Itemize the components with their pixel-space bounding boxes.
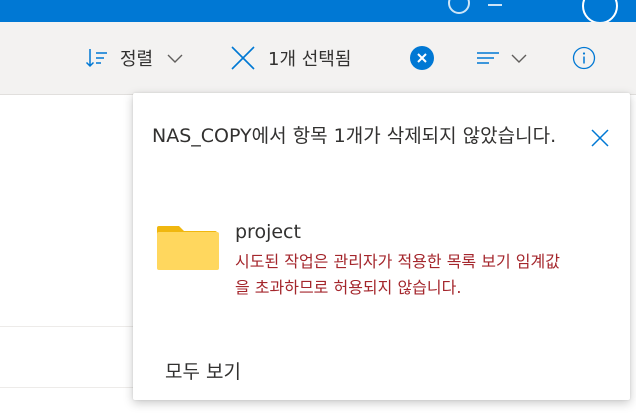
close-icon	[231, 46, 255, 70]
chevron-down-icon	[167, 54, 183, 63]
sort-button[interactable]: 정렬	[84, 22, 185, 94]
view-list-icon	[477, 52, 499, 64]
notification-title: NAS_COPY에서 항목 1개가 삭제되지 않았습니다.	[152, 125, 557, 147]
info-icon	[572, 46, 596, 70]
help-icon[interactable]	[448, 0, 470, 14]
close-icon	[591, 129, 609, 147]
settings-icon[interactable]	[488, 4, 502, 6]
close-circle-icon	[410, 46, 434, 70]
user-avatar[interactable]	[582, 0, 618, 22]
see-all-link[interactable]: 모두 보기	[165, 357, 241, 384]
clear-selection-button[interactable]: 1개 선택됨	[230, 22, 351, 94]
info-button[interactable]	[572, 22, 596, 94]
failed-item-name: project	[235, 221, 301, 243]
notification-panel: NAS_COPY에서 항목 1개가 삭제되지 않았습니다. project 시도…	[133, 93, 630, 400]
notification-close-button[interactable]	[589, 127, 611, 149]
list-divider	[0, 387, 140, 388]
sort-icon	[85, 49, 107, 68]
top-app-bar	[0, 0, 636, 22]
view-options-button[interactable]	[475, 22, 529, 94]
folder-icon	[157, 226, 219, 270]
command-bar: 정렬 1개 선택됨	[0, 22, 636, 95]
chevron-down-icon	[511, 54, 527, 63]
selection-count: 1개 선택됨	[268, 49, 352, 70]
sort-label: 정렬	[120, 49, 154, 70]
failed-item-error: 시도된 작업은 관리자가 적용한 목록 보기 임계값을 초과하므로 허용되지 않…	[235, 252, 560, 297]
list-divider	[0, 326, 140, 327]
selection-info-button[interactable]	[410, 22, 434, 94]
